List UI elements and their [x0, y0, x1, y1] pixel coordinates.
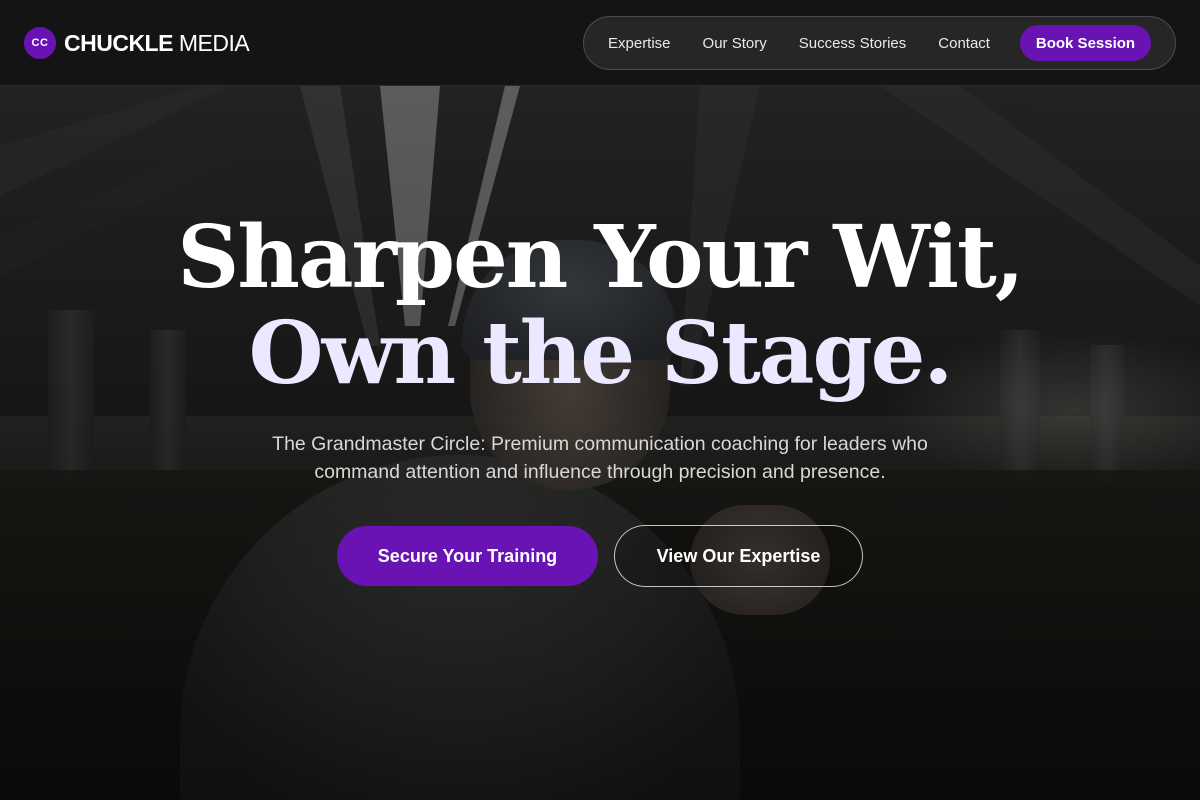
brand-name: CHUCKLE MEDIA	[64, 29, 250, 57]
logo-badge-icon: CC	[24, 27, 56, 59]
headline-line-2: Own the Stage.	[248, 303, 954, 404]
brand-name-light: MEDIA	[178, 29, 250, 56]
main-nav: Expertise Our Story Success Stories Cont…	[583, 16, 1176, 70]
landing-page: CC CHUCKLE MEDIA Expertise Our Story Suc…	[0, 0, 1200, 800]
brand-logo[interactable]: CC CHUCKLE MEDIA	[24, 27, 250, 59]
book-session-button[interactable]: Book Session	[1020, 25, 1151, 61]
nav-link-success-stories[interactable]: Success Stories	[799, 35, 907, 52]
nav-link-expertise[interactable]: Expertise	[608, 35, 671, 52]
headline-line-1: Sharpen Your Wit,	[177, 207, 1024, 308]
hero-subtitle: The Grandmaster Circle: Premium communic…	[272, 433, 928, 483]
hero-cta-group: Secure Your Training View Our Expertise	[0, 525, 1200, 587]
nav-link-our-story[interactable]: Our Story	[703, 35, 767, 52]
hero-headline: Sharpen Your Wit, Own the Stage.	[0, 210, 1200, 402]
nav-link-contact[interactable]: Contact	[938, 35, 990, 52]
view-expertise-button[interactable]: View Our Expertise	[614, 525, 863, 587]
hero-section: Sharpen Your Wit, Own the Stage. The Gra…	[0, 210, 1200, 486]
secure-training-button[interactable]: Secure Your Training	[337, 526, 598, 586]
site-header: CC CHUCKLE MEDIA Expertise Our Story Suc…	[0, 0, 1200, 86]
brand-name-bold: CHUCKLE	[64, 29, 173, 56]
